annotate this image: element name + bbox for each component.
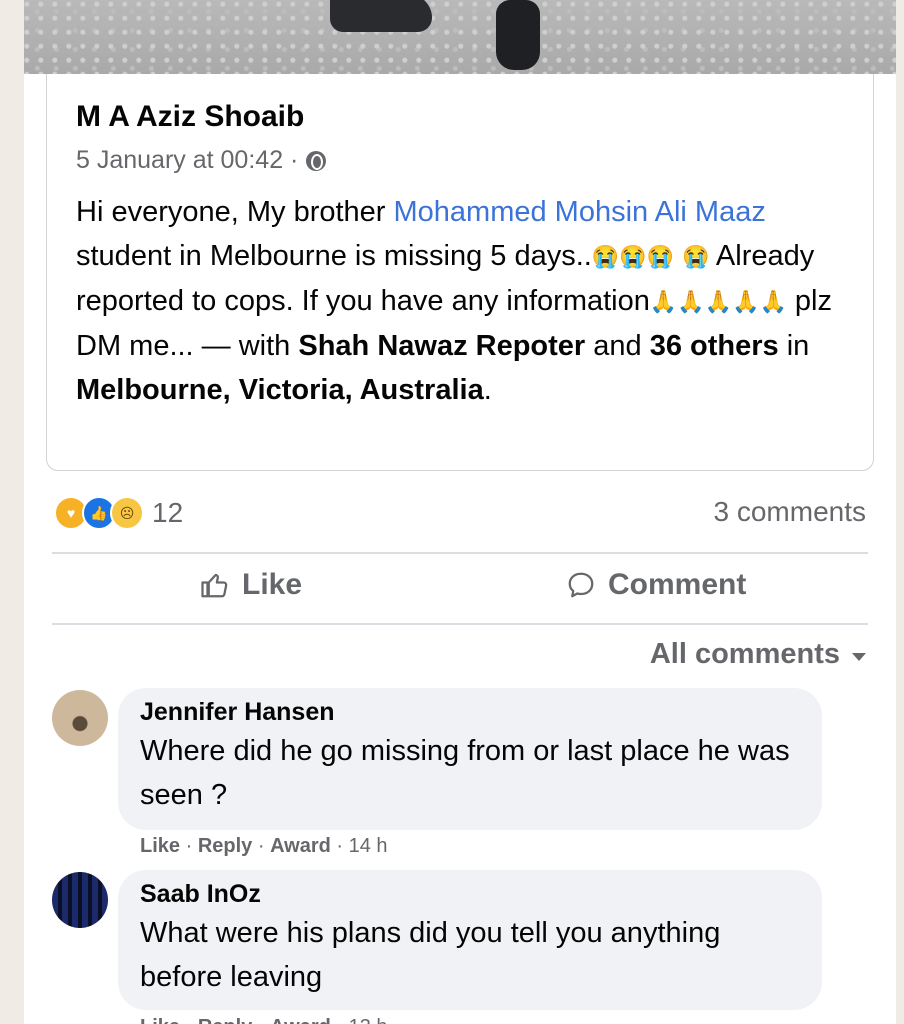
comment-author[interactable]: Saab InOz — [140, 880, 800, 909]
comment-like-link[interactable]: Like — [140, 1016, 180, 1024]
comment-bubble: Jennifer Hansen Where did he go missing … — [118, 688, 822, 830]
globe-icon — [306, 150, 327, 171]
post-card: M A Aziz Shoaib 5 January at 00:42 · Hi … — [24, 0, 896, 1024]
comment-time: 13 h — [349, 1016, 388, 1024]
like-label: Like — [242, 568, 303, 601]
crying-emoji: 😭 — [682, 244, 710, 269]
tagged-others-link[interactable]: 36 others — [650, 330, 779, 362]
location-link[interactable]: Melbourne, Victoria, Australia — [76, 374, 484, 406]
comment-text: What were his plans did you tell you any… — [140, 917, 721, 993]
post-photo[interactable] — [24, 0, 896, 74]
divider — [52, 552, 868, 554]
comments-filter-dropdown[interactable]: All comments — [650, 638, 866, 671]
post-meta: 5 January at 00:42 · — [76, 146, 327, 175]
post-author[interactable]: M A Aziz Shoaib — [76, 100, 304, 134]
crying-emoji: 😭😭😭 — [591, 244, 674, 269]
comments-count[interactable]: 3 comments — [714, 496, 867, 528]
chevron-down-icon — [852, 652, 866, 661]
comment-bubble: Saab InOz What were his plans did you te… — [118, 870, 822, 1010]
sad-reaction-icon: ☹ — [110, 496, 144, 530]
avatar[interactable] — [52, 872, 108, 928]
comment-actions: Like · Reply · Award · 14 h — [140, 835, 388, 857]
tagged-user-link[interactable]: Shah Nawaz Repoter — [298, 330, 585, 362]
comment-button[interactable]: Comment — [566, 568, 746, 602]
post-text-part: in — [778, 330, 810, 362]
comment-award-link[interactable]: Award — [270, 835, 331, 857]
post-text-part: student in Melbourne is missing 5 days.. — [76, 240, 592, 272]
comment-icon — [568, 572, 594, 598]
comment-actions: Like · Reply · Award · 13 h — [140, 1016, 388, 1024]
comment-reply-link[interactable]: Reply — [198, 1016, 252, 1024]
comment-label: Comment — [608, 568, 747, 601]
pray-emoji: 🙏🙏🙏🙏🙏 — [649, 289, 787, 314]
post-timestamp[interactable]: 5 January at 00:42 · — [76, 146, 298, 175]
shoe-shape — [330, 0, 432, 32]
avatar[interactable] — [52, 690, 108, 746]
comment-like-link[interactable]: Like — [140, 835, 180, 857]
comment-text: Where did he go missing from or last pla… — [140, 735, 790, 811]
like-button[interactable]: Like — [200, 568, 302, 602]
post-text-part: Hi everyone, My brother — [76, 196, 394, 228]
post-text-part: and — [585, 330, 650, 362]
thumbs-up-icon — [201, 573, 228, 598]
comments-filter-label: All comments — [649, 638, 840, 670]
mention-link[interactable]: Mohammed Mohsin Ali Maaz — [394, 196, 766, 228]
comment-author[interactable]: Jennifer Hansen — [140, 698, 800, 727]
comment-award-link[interactable]: Award — [270, 1016, 331, 1024]
shoe-shape — [496, 0, 540, 70]
post-text: Hi everyone, My brother Mohammed Mohsin … — [76, 190, 846, 412]
comment-reply-link[interactable]: Reply — [198, 835, 252, 857]
reaction-count: 12 — [152, 497, 184, 528]
reactions-summary[interactable]: ♥ 👍 ☹ 12 — [54, 496, 183, 530]
divider — [52, 623, 868, 625]
post-text-part: . — [483, 374, 492, 406]
comment-time: 14 h — [348, 835, 388, 857]
